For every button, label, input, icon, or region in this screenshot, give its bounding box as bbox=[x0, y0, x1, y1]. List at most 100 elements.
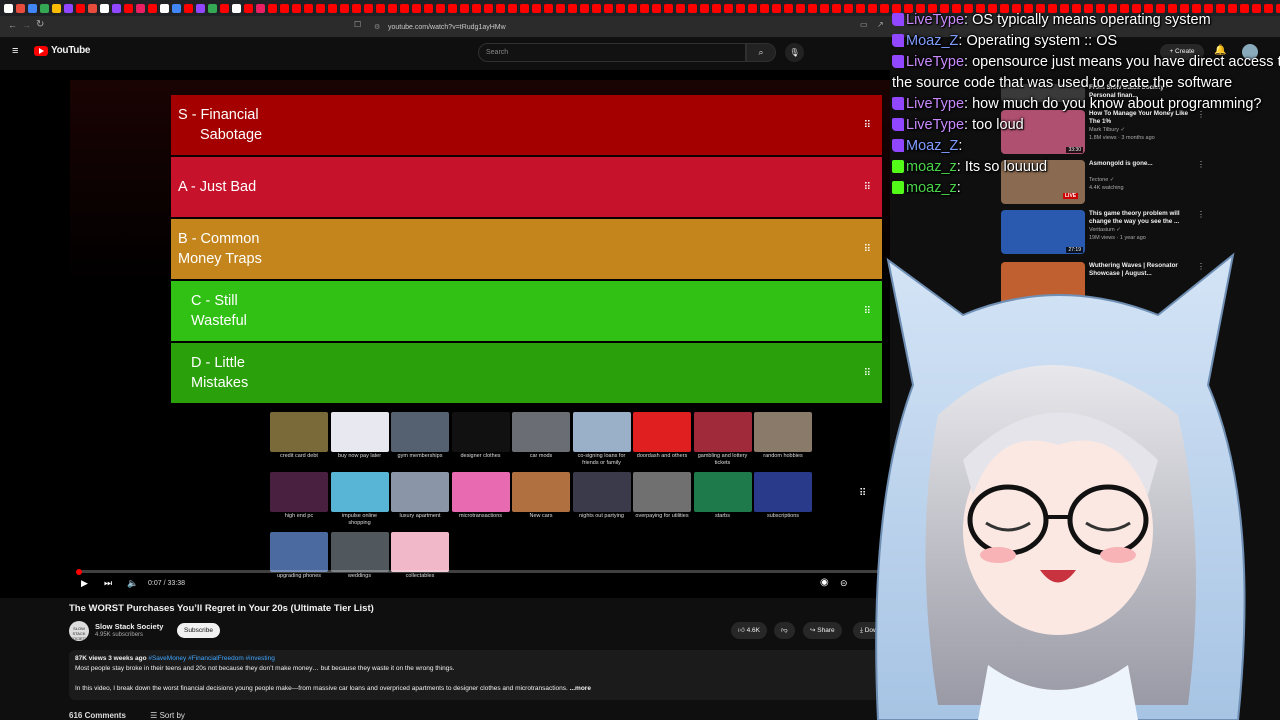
tab-favicon[interactable] bbox=[688, 3, 697, 13]
tab-favicon[interactable] bbox=[88, 3, 97, 13]
tab-favicon[interactable] bbox=[304, 3, 313, 13]
tab-favicon[interactable] bbox=[4, 3, 13, 13]
tab-favicon[interactable] bbox=[640, 3, 649, 13]
tier-row[interactable]: B - Common Money Traps ⠿ bbox=[171, 219, 882, 279]
item-pool-grip-icon[interactable]: ⠿ bbox=[859, 488, 866, 499]
tab-favicon[interactable] bbox=[580, 3, 589, 13]
tab-favicon[interactable] bbox=[184, 3, 193, 13]
tab-favicon[interactable] bbox=[424, 3, 433, 13]
tab-favicon[interactable] bbox=[280, 3, 289, 13]
tier-item-card[interactable]: credit card debt bbox=[270, 412, 328, 460]
tab-favicon[interactable] bbox=[64, 3, 73, 13]
tab-favicon[interactable] bbox=[1276, 3, 1280, 13]
tab-favicon[interactable] bbox=[532, 3, 541, 13]
volume-icon[interactable]: 🔈 bbox=[127, 578, 138, 589]
forward-icon[interactable]: → bbox=[22, 20, 31, 30]
tab-favicon[interactable] bbox=[484, 3, 493, 13]
tab-favicon[interactable] bbox=[1252, 3, 1261, 13]
more-options-icon[interactable]: ⋮ bbox=[1197, 210, 1205, 219]
tier-item-card[interactable]: overpaying for utilities bbox=[633, 472, 691, 520]
tab-favicon[interactable] bbox=[844, 3, 853, 13]
tab-favicon[interactable] bbox=[40, 3, 49, 13]
hashtags[interactable]: #SaveMoney #FinancialFreedom #investing bbox=[148, 655, 274, 662]
tab-favicon[interactable] bbox=[772, 3, 781, 13]
address-bar[interactable]: ⚙ youtube.com/watch?v=tRudg1ayHMw bbox=[368, 20, 888, 35]
site-info-icon[interactable]: ⚙ bbox=[374, 20, 380, 35]
search-button[interactable]: ⌕ bbox=[746, 43, 776, 62]
tier-item-card[interactable]: starbs bbox=[693, 472, 752, 520]
tab-favicon[interactable] bbox=[724, 3, 733, 13]
tab-favicon[interactable] bbox=[256, 3, 265, 13]
tier-item-card[interactable]: luxury apartment bbox=[391, 472, 449, 520]
share-page-icon[interactable]: ↗ bbox=[877, 20, 884, 29]
tier-item-card[interactable]: impulse online shopping bbox=[330, 472, 389, 527]
rec-channel[interactable]: Mark Tilbury ✓ bbox=[1089, 127, 1125, 134]
tab-favicon[interactable] bbox=[136, 3, 145, 13]
back-icon[interactable]: ← bbox=[8, 20, 17, 30]
tier-item-card[interactable]: gambling and lottery tickets bbox=[693, 412, 752, 467]
subscribe-button[interactable]: Subscribe bbox=[177, 623, 220, 638]
tab-favicon[interactable] bbox=[1216, 3, 1225, 13]
tab-favicon[interactable] bbox=[748, 3, 757, 13]
tier-item-card[interactable]: doordash and others bbox=[633, 412, 691, 460]
tab-favicon[interactable] bbox=[376, 3, 385, 13]
tier-item-card[interactable]: designer clothes bbox=[451, 412, 510, 460]
tab-favicon[interactable] bbox=[808, 3, 817, 13]
drag-handle-icon[interactable]: ⠿ bbox=[864, 120, 871, 131]
menu-icon[interactable]: ≡ bbox=[12, 45, 18, 57]
search-input[interactable]: Search bbox=[478, 43, 746, 62]
tab-favicon[interactable] bbox=[268, 3, 277, 13]
tier-row[interactable]: S - Financial Sabotage ⠿ bbox=[171, 95, 882, 155]
tab-favicon[interactable] bbox=[220, 3, 229, 13]
tab-favicon[interactable] bbox=[616, 3, 625, 13]
dislike-button[interactable]: 👎︎ bbox=[774, 622, 795, 639]
tab-favicon[interactable] bbox=[328, 3, 337, 13]
tab-favicon[interactable] bbox=[652, 3, 661, 13]
tab-favicon[interactable] bbox=[316, 3, 325, 13]
tier-item-card[interactable]: random hobbies bbox=[754, 412, 812, 460]
tier-item-card[interactable]: nights out partying bbox=[572, 472, 631, 520]
tab-favicon[interactable] bbox=[124, 3, 133, 13]
tab-favicon[interactable] bbox=[856, 3, 865, 13]
recommended-video[interactable]: How To Manage Your Money Like The 1% Mark… bbox=[1001, 110, 1205, 156]
tab-favicon[interactable] bbox=[340, 3, 349, 13]
tier-item-card[interactable]: car mods bbox=[512, 412, 570, 460]
tab-favicon[interactable] bbox=[628, 3, 637, 13]
tab-favicon[interactable] bbox=[352, 3, 361, 13]
tab-favicon[interactable] bbox=[196, 3, 205, 13]
tab-favicon[interactable] bbox=[16, 3, 25, 13]
tab-favicon[interactable] bbox=[472, 3, 481, 13]
tier-item-card[interactable]: co-signing loans for friends or family bbox=[572, 412, 631, 467]
tier-item-card[interactable]: high end pc bbox=[270, 472, 328, 520]
drag-handle-icon[interactable]: ⠿ bbox=[864, 182, 871, 193]
tab-favicon[interactable] bbox=[232, 3, 241, 13]
tab-favicon[interactable] bbox=[364, 3, 373, 13]
tab-favicon[interactable] bbox=[544, 3, 553, 13]
tier-item-card[interactable]: subscriptions bbox=[754, 472, 812, 520]
tab-favicon[interactable] bbox=[412, 3, 421, 13]
tab-favicon[interactable] bbox=[292, 3, 301, 13]
bookmark-icon[interactable]: ☐ bbox=[354, 20, 361, 29]
tab-favicon[interactable] bbox=[112, 3, 121, 13]
tab-favicon[interactable] bbox=[832, 3, 841, 13]
tab-favicon[interactable] bbox=[76, 3, 85, 13]
description-box[interactable]: 87K views 3 weeks ago #SaveMoney #Financ… bbox=[69, 650, 889, 700]
tab-favicon[interactable] bbox=[172, 3, 181, 13]
tab-favicon[interactable] bbox=[784, 3, 793, 13]
tab-favicon[interactable] bbox=[400, 3, 409, 13]
tab-favicon[interactable] bbox=[496, 3, 505, 13]
tier-row[interactable]: D - Little Mistakes ⠿ bbox=[171, 343, 882, 403]
sort-comments-button[interactable]: ☰ Sort by bbox=[150, 711, 185, 720]
tab-favicon[interactable] bbox=[160, 3, 169, 13]
tab-favicon[interactable] bbox=[868, 3, 877, 13]
cast-icon[interactable]: ▭ bbox=[860, 20, 868, 29]
tab-favicon[interactable] bbox=[460, 3, 469, 13]
tab-favicon[interactable] bbox=[148, 3, 157, 13]
tab-favicon[interactable] bbox=[52, 3, 61, 13]
tier-item-card[interactable]: buy now pay later bbox=[330, 412, 389, 460]
progress-bar[interactable] bbox=[78, 570, 890, 573]
tab-favicon[interactable] bbox=[1240, 3, 1249, 13]
tier-item-card[interactable]: microtransactions bbox=[451, 472, 510, 520]
tab-favicon[interactable] bbox=[676, 3, 685, 13]
tab-favicon[interactable] bbox=[592, 3, 601, 13]
